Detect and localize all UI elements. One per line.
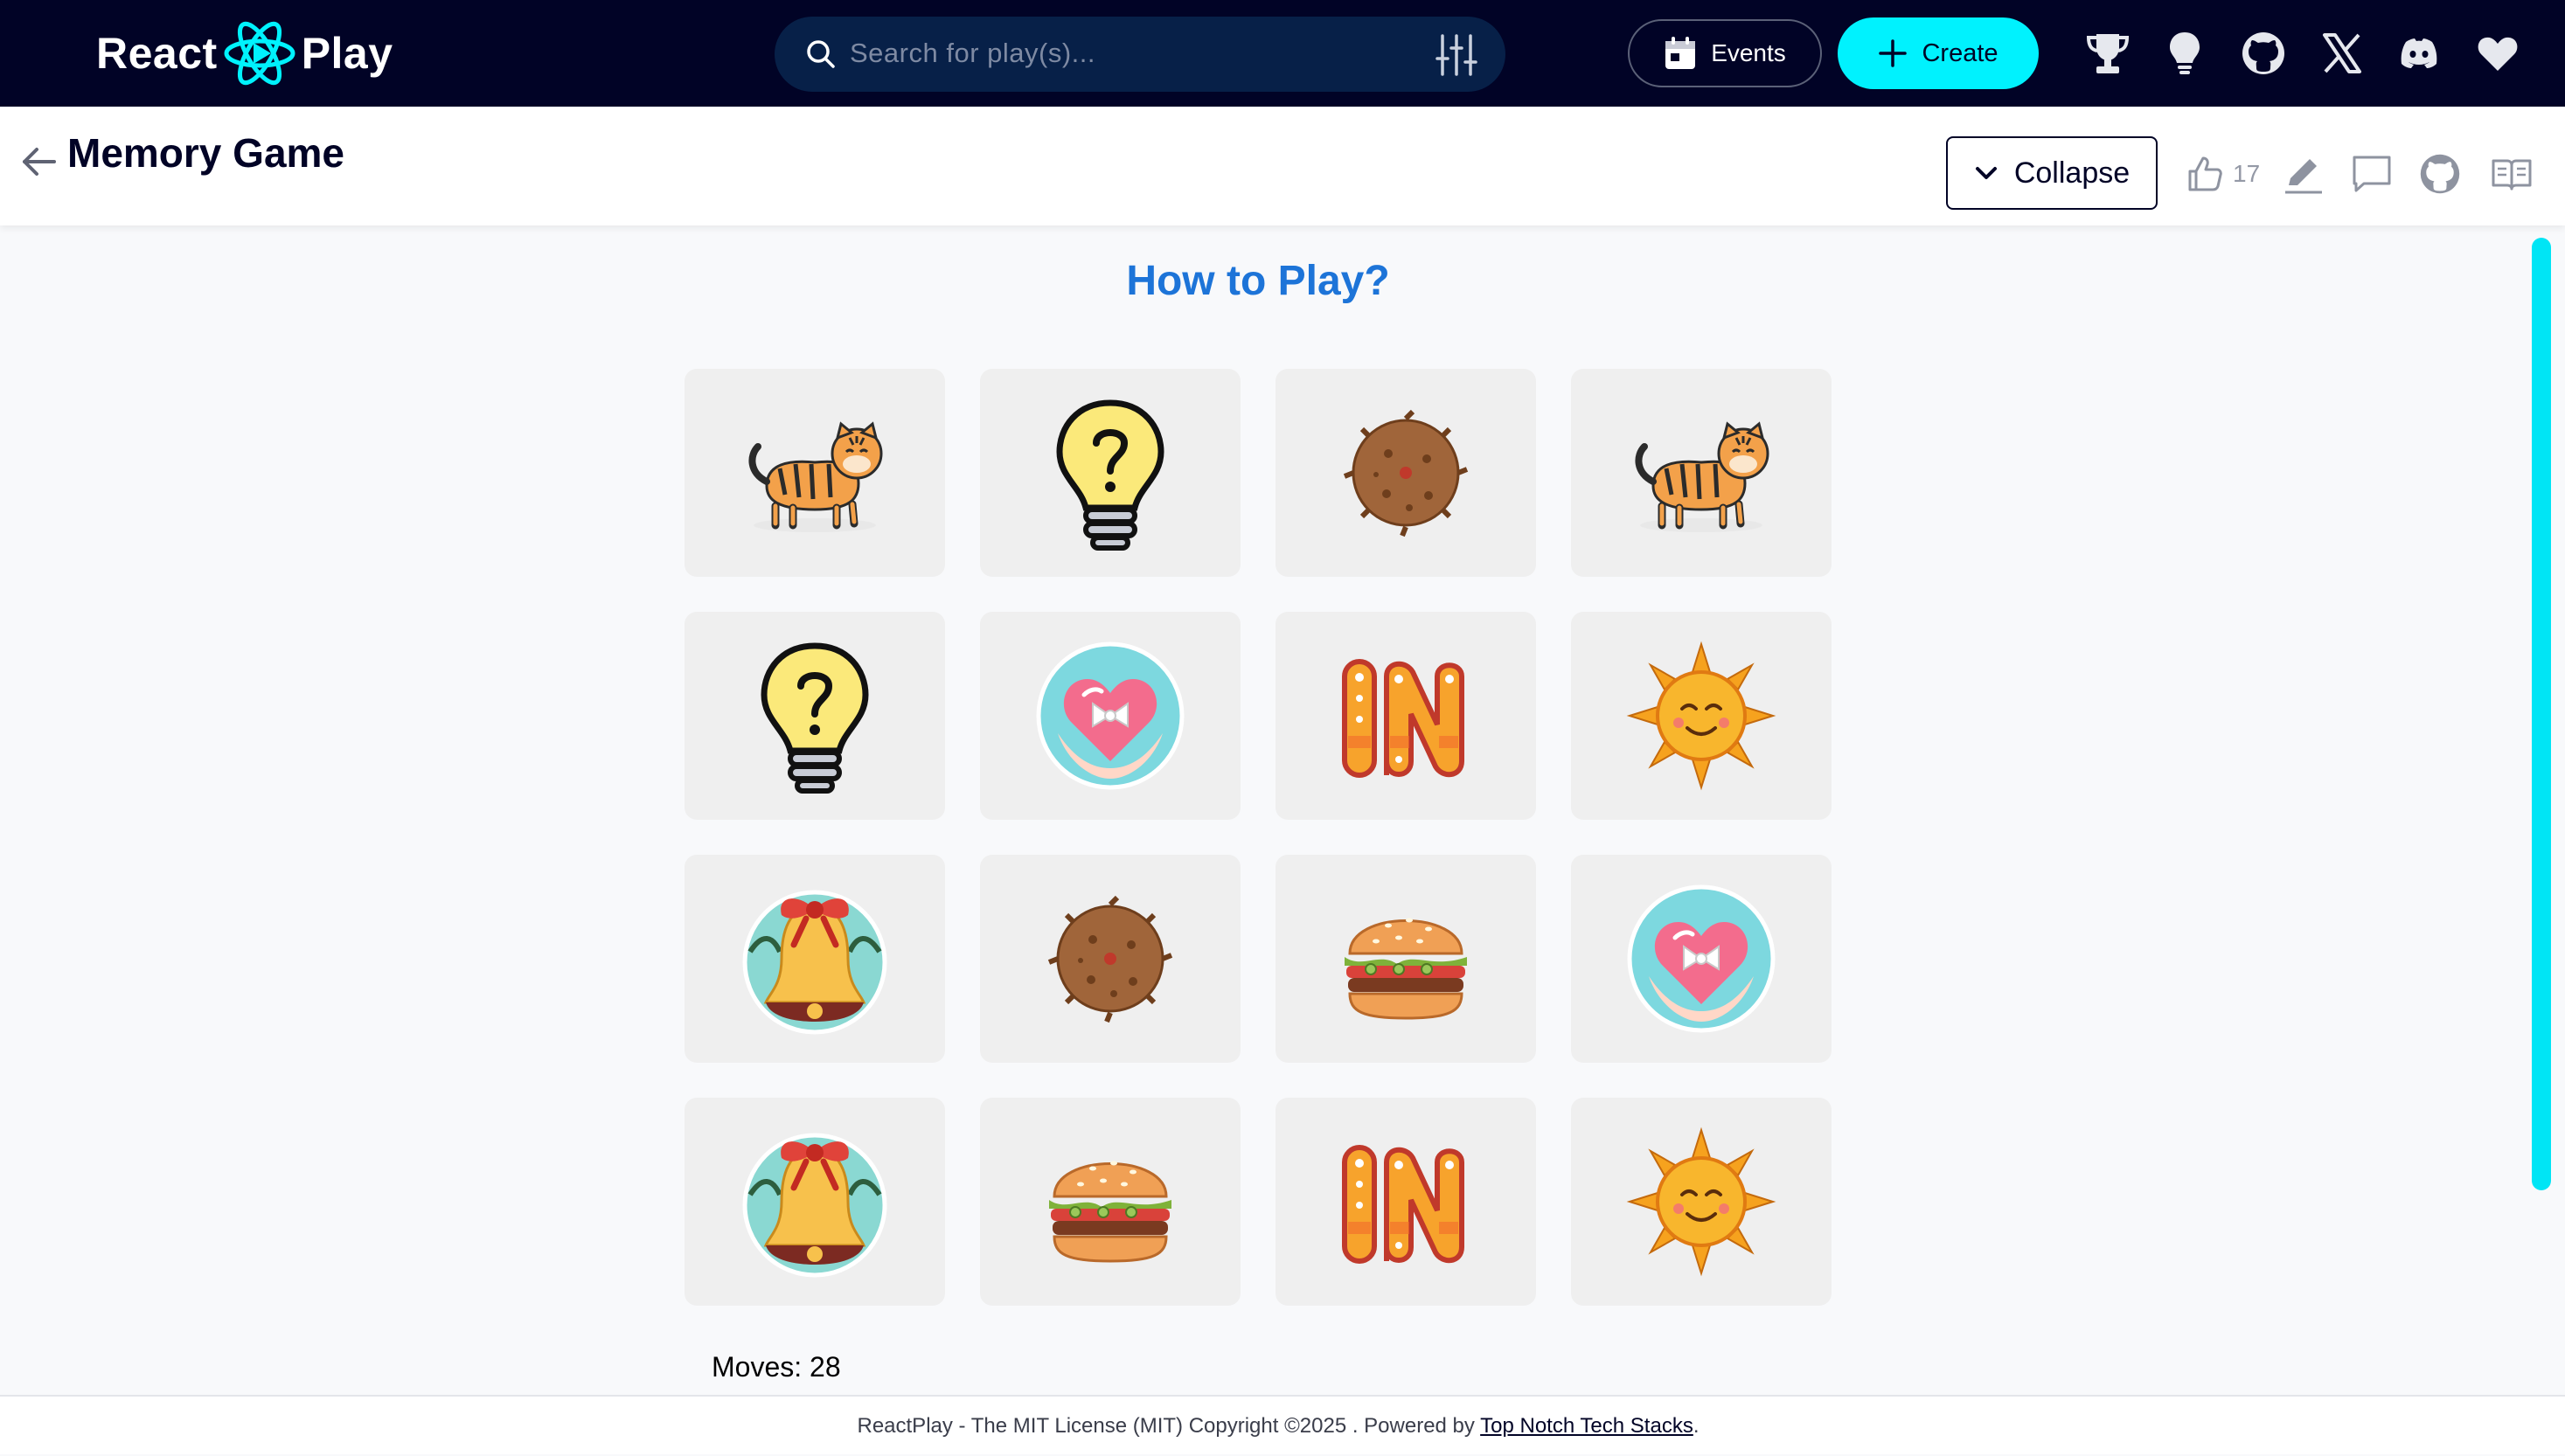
top-navbar: React Play Search for play(s)... Events … <box>0 0 2565 107</box>
tiger-icon <box>1635 421 1769 532</box>
trophy-icon[interactable] <box>2084 30 2131 77</box>
plus-icon <box>1879 39 1908 67</box>
github-icon[interactable] <box>2240 30 2287 77</box>
sun-icon <box>1626 641 1776 791</box>
like-button[interactable]: 17 <box>2186 152 2260 196</box>
play-header: Memory Game Collapse 17 <box>0 107 2565 225</box>
events-button[interactable]: Events <box>1628 19 1822 87</box>
memory-card[interactable] <box>685 1098 945 1306</box>
memory-card[interactable] <box>1276 612 1536 820</box>
chevron-down-icon <box>1975 167 1997 179</box>
in-letters-icon <box>1342 1145 1464 1264</box>
memory-card[interactable] <box>1571 612 1832 820</box>
cookie-icon <box>1343 409 1469 537</box>
thumbs-up-icon <box>2188 156 2222 191</box>
search-bar[interactable]: Search for play(s)... <box>775 17 1505 92</box>
heart-hands-icon <box>1627 884 1776 1033</box>
memory-card[interactable] <box>980 1098 1241 1306</box>
in-letters-icon <box>1342 659 1464 778</box>
collapse-button[interactable]: Collapse <box>1946 136 2158 210</box>
question-bulb-icon <box>1056 399 1164 551</box>
footer-text: ReactPlay - The MIT License (MIT) Copyri… <box>857 1414 1481 1438</box>
tiger-icon <box>748 421 883 532</box>
edit-pencil-icon[interactable] <box>2282 152 2325 196</box>
bell-icon <box>742 890 887 1035</box>
footer-link[interactable]: Top Notch Tech Stacks <box>1480 1414 1693 1438</box>
memory-card[interactable] <box>685 369 945 577</box>
comment-icon[interactable] <box>2350 152 2394 196</box>
footer-suffix: . <box>1693 1414 1700 1438</box>
how-to-play-link[interactable]: How to Play? <box>0 257 2516 305</box>
cookie-icon <box>1047 895 1173 1023</box>
back-arrow-icon[interactable] <box>19 142 59 182</box>
book-icon[interactable] <box>2490 152 2534 196</box>
memory-card[interactable] <box>1276 369 1536 577</box>
memory-card[interactable] <box>980 369 1241 577</box>
memory-game-board <box>685 369 1834 1308</box>
memory-card[interactable] <box>980 612 1241 820</box>
memory-card[interactable] <box>685 855 945 1063</box>
brand-logo-link[interactable]: React Play <box>96 19 393 87</box>
calendar-icon <box>1665 37 1696 69</box>
memory-card[interactable] <box>1571 855 1832 1063</box>
burger-icon <box>1049 1161 1171 1263</box>
discord-icon[interactable] <box>2395 30 2443 77</box>
x-twitter-icon[interactable] <box>2318 30 2366 77</box>
search-input[interactable]: Search for play(s)... <box>850 38 1095 69</box>
moves-counter: Moves: 28 <box>712 1351 841 1383</box>
create-button[interactable]: Create <box>1838 17 2039 89</box>
memory-card[interactable] <box>1276 855 1536 1063</box>
memory-card[interactable] <box>1276 1098 1536 1306</box>
vertical-scrollbar[interactable] <box>2532 238 2551 1190</box>
events-label: Events <box>1711 39 1786 66</box>
github-repo-icon[interactable] <box>2418 152 2462 196</box>
heart-hands-icon <box>1036 641 1185 790</box>
heart-icon[interactable] <box>2474 30 2521 77</box>
brand-text-play: Play <box>301 29 393 78</box>
memory-card[interactable] <box>1571 1098 1832 1306</box>
memory-card[interactable] <box>1571 369 1832 577</box>
react-play-logo-icon <box>224 21 295 86</box>
footer: ReactPlay - The MIT License (MIT) Copyri… <box>0 1395 2565 1454</box>
brand-text-react: React <box>96 29 218 78</box>
bell-icon <box>742 1133 887 1278</box>
lightbulb-icon[interactable] <box>2161 30 2208 77</box>
sun-icon <box>1626 1127 1776 1277</box>
play-title: Memory Game <box>67 130 345 176</box>
like-count: 17 <box>2233 160 2261 187</box>
memory-card[interactable] <box>685 612 945 820</box>
filter-sliders-icon[interactable] <box>1434 32 1479 78</box>
search-icon <box>807 40 835 68</box>
burger-icon <box>1345 918 1467 1020</box>
collapse-label: Collapse <box>2013 156 2131 190</box>
question-bulb-icon <box>761 642 869 794</box>
create-label: Create <box>1922 38 1998 67</box>
memory-card[interactable] <box>980 855 1241 1063</box>
